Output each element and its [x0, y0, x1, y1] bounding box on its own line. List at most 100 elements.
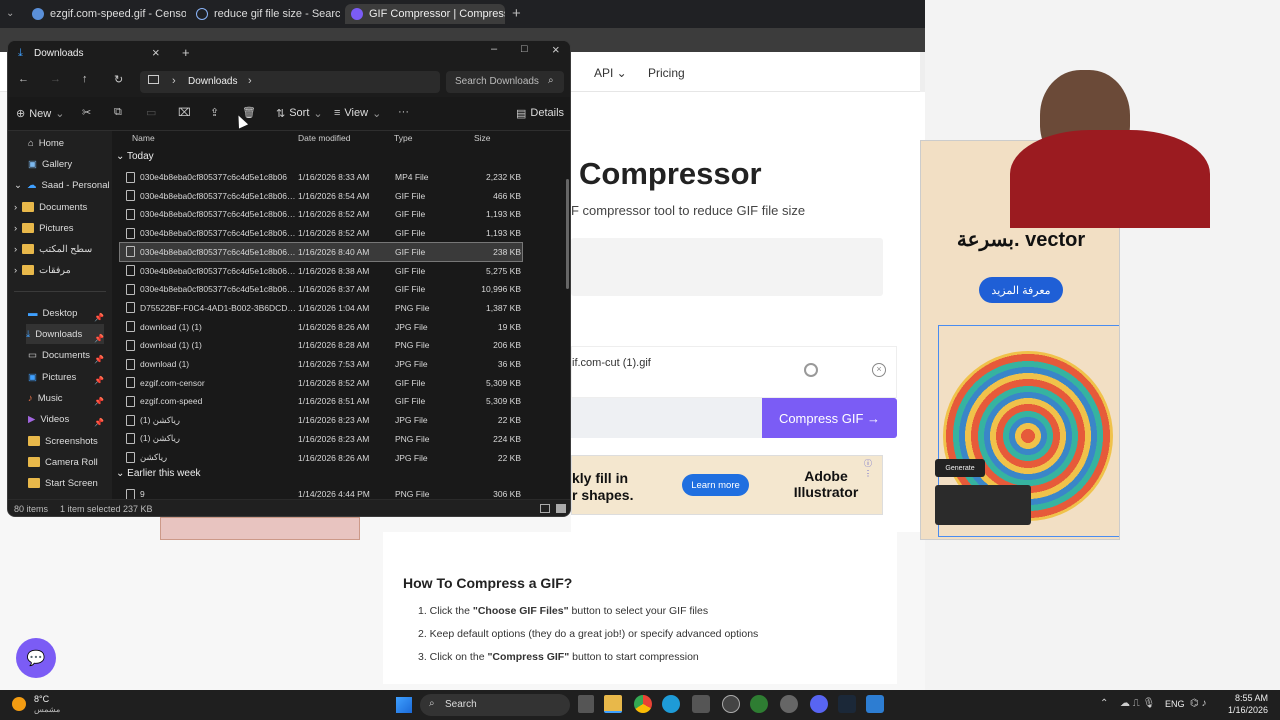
file-row[interactable]: D75522BF-F0C4-4AD1-B002-3B6DCDE78... 1/16… — [120, 299, 522, 317]
sidebar-item-pictures-cloud[interactable]: › Pictures — [14, 218, 74, 238]
share-icon[interactable]: ⇪ — [210, 106, 219, 119]
column-date[interactable]: Date modified — [298, 133, 350, 143]
close-icon[interactable]: × — [552, 42, 560, 57]
app-icon[interactable] — [780, 695, 798, 713]
sidebar-item-onedrive[interactable]: ⌄ ☁ Saad - Personal — [14, 175, 110, 195]
clock-time[interactable]: 8:55 AM — [1230, 693, 1268, 703]
nav-pricing-link[interactable]: Pricing — [648, 66, 685, 80]
sidebar-item-documents-cloud[interactable]: › Documents — [14, 197, 87, 217]
new-button[interactable]: ⊕ New ⌄ — [16, 107, 64, 121]
close-tab-icon[interactable]: × — [152, 45, 160, 60]
file-row[interactable]: رياكشن (1) 1/16/2026 8:23 AM JPG File 22 KB — [120, 411, 522, 429]
file-row[interactable]: ezgif.com-speed 1/16/2026 8:51 AM GIF File… — [120, 392, 522, 410]
sidebar-item-camera-roll[interactable]: Camera Roll — [28, 452, 98, 472]
paste-icon[interactable]: ▭ — [146, 106, 156, 119]
generate-button[interactable]: Generate — [935, 459, 985, 477]
sort-button[interactable]: ⇅ Sort ⌄ — [276, 107, 323, 120]
more-options-icon[interactable]: ··· — [398, 106, 409, 118]
sidebar-item-pictures[interactable]: ▣ Pictures — [28, 367, 76, 387]
refresh-icon[interactable]: ↻ — [114, 73, 123, 86]
view-button[interactable]: ≡ View ⌄ — [334, 107, 381, 120]
rename-icon[interactable]: ⌧ — [178, 106, 191, 119]
remove-file-icon[interactable]: × — [872, 363, 886, 377]
up-arrow-icon[interactable]: ↑ — [82, 73, 88, 85]
column-type[interactable]: Type — [394, 133, 412, 143]
edge-icon[interactable] — [662, 695, 680, 713]
sidebar-item-desktop[interactable]: ▬ Desktop — [28, 303, 77, 323]
sidebar-item-attachments[interactable]: › مرفقات — [14, 260, 71, 280]
compress-gif-button[interactable]: Compress GIF → — [762, 398, 897, 438]
sidebar-item-desktop-ar[interactable]: › سطح المكتب — [14, 239, 92, 259]
details-button[interactable]: ▤ Details — [516, 107, 564, 120]
tiles-view-icon[interactable] — [556, 504, 566, 513]
network-volume-icons[interactable]: ⌬ ♪ — [1190, 698, 1207, 709]
browser-tab-compressor[interactable]: GIF Compressor | Compress GIF A × — [345, 4, 505, 24]
browser-tab-search[interactable]: reduce gif file size - Search × — [190, 4, 340, 24]
sidebar-item-home[interactable]: ⌂ Home — [28, 133, 64, 153]
column-size[interactable]: Size — [474, 133, 491, 143]
tab-list-chevron-icon[interactable]: ⌄ — [6, 8, 14, 19]
explorer-tab-title[interactable]: Downloads — [34, 48, 83, 59]
sidebar-item-videos[interactable]: ▶ Videos — [28, 409, 69, 429]
clock-date[interactable]: 1/16/2026 — [1224, 705, 1268, 715]
nav-api-link[interactable]: API ⌄ — [594, 66, 627, 80]
new-tab-button[interactable]: + — [512, 5, 521, 22]
file-row[interactable]: رياكشن 1/16/2026 8:26 AM JPG File 22 KB — [120, 449, 522, 467]
sidebar-item-music[interactable]: ♪ Music — [28, 388, 63, 408]
address-box[interactable]: › Downloads › — [140, 71, 440, 93]
file-row[interactable]: ezgif.com-censor 1/16/2026 8:52 AM GIF Fil… — [120, 374, 522, 392]
sidebar-item-downloads[interactable]: ⤓ Downloads — [26, 324, 104, 344]
file-row[interactable]: 030e4b8eba0cf805377c6c4d5e1c8b06 1/16/202… — [120, 168, 522, 186]
ad-info-icon[interactable]: ⓘ ⋮ — [864, 458, 882, 478]
scrollbar[interactable] — [566, 179, 569, 289]
task-view-icon[interactable] — [578, 695, 594, 713]
sidebar-item-gallery[interactable]: ▣ Gallery — [28, 154, 72, 174]
file-row[interactable]: download (1) 1/16/2026 7:53 AM JPG File 36 … — [120, 355, 522, 373]
taskbar-search[interactable]: ⌕ Search — [420, 694, 570, 716]
file-row[interactable]: download (1) (1) 1/16/2026 8:26 AM JPG Fil… — [120, 318, 522, 336]
file-row[interactable]: download (1) (1) 1/16/2026 8:28 AM PNG Fil… — [120, 336, 522, 354]
chevron-up-icon[interactable]: ⌃ — [1100, 698, 1108, 709]
chrome-icon[interactable] — [634, 695, 652, 713]
back-arrow-icon[interactable]: ← — [18, 73, 29, 85]
group-today[interactable]: ⌄ Today — [116, 151, 154, 162]
minimize-icon[interactable]: – — [491, 43, 497, 55]
file-row[interactable]: 030e4b8eba0cf805377c6c4d5e1c8b06-ezg... 1… — [120, 205, 522, 223]
learn-more-button[interactable]: Learn more — [682, 474, 749, 496]
steam-icon[interactable] — [838, 695, 856, 713]
settings-gear-icon[interactable] — [804, 363, 818, 377]
weather-temp[interactable]: 8°C — [34, 694, 49, 704]
search-box[interactable]: Search Downloads ⌕ — [446, 71, 564, 93]
store-icon[interactable] — [692, 695, 710, 713]
group-earlier[interactable]: ⌄ Earlier this week — [116, 468, 201, 479]
tray-icons[interactable]: ☁ ⎍ 🎙 — [1120, 698, 1155, 709]
sidebar-item-start-screen[interactable]: Start Screen — [28, 473, 98, 493]
file-row[interactable]: 030e4b8eba0cf805377c6c4d5e1c8b06-ezg... 1… — [120, 224, 522, 242]
adobe-banner-ad[interactable]: kly fill in r shapes. Learn more Adobe Il… — [571, 455, 883, 515]
copy-icon[interactable]: ⧉ — [114, 106, 122, 119]
variant-thumbnails[interactable] — [935, 485, 1031, 525]
side-ad-cta-button[interactable]: معرفة المزيد — [979, 277, 1063, 303]
file-row[interactable]: 030e4b8eba0cf805377c6c4d5e1c8b06-ezg... 1… — [120, 187, 522, 205]
app-icon[interactable] — [866, 695, 884, 713]
sidebar-item-screenshots[interactable]: Screenshots — [28, 431, 98, 451]
file-row[interactable]: 030e4b8eba0cf805377c6c4d5e1c8b06-ezg... 1… — [119, 241, 523, 262]
app-icon[interactable] — [750, 695, 768, 713]
language-indicator[interactable]: ENG — [1165, 699, 1185, 709]
details-view-icon[interactable] — [540, 504, 550, 513]
sidebar-item-documents[interactable]: ▭ Documents — [28, 345, 90, 365]
windows-start-icon[interactable] — [396, 697, 412, 713]
browser-tab-ezgif[interactable]: ezgif.com-speed.gif - Censor a GI × — [26, 4, 186, 24]
forward-arrow-icon[interactable]: → — [50, 73, 61, 85]
column-name[interactable]: Name — [132, 133, 155, 143]
breadcrumb-downloads[interactable]: Downloads — [188, 76, 237, 87]
maximize-icon[interactable]: □ — [521, 43, 528, 55]
file-explorer-icon[interactable] — [604, 695, 622, 713]
file-row[interactable]: رياكشن (1) 1/16/2026 8:23 AM PNG File 224 K… — [120, 430, 522, 448]
app-icon[interactable] — [722, 695, 740, 713]
file-row[interactable]: 030e4b8eba0cf805377c6c4d5e1c8b06-ezg... 1… — [120, 262, 522, 280]
chat-bubble-icon[interactable]: 💬 — [16, 638, 56, 678]
cut-icon[interactable]: ✂ — [82, 106, 91, 119]
new-tab-icon[interactable]: + — [182, 45, 190, 60]
file-row[interactable]: 030e4b8eba0cf805377c6c4d5e1c8b06-ezg... 1… — [120, 280, 522, 298]
